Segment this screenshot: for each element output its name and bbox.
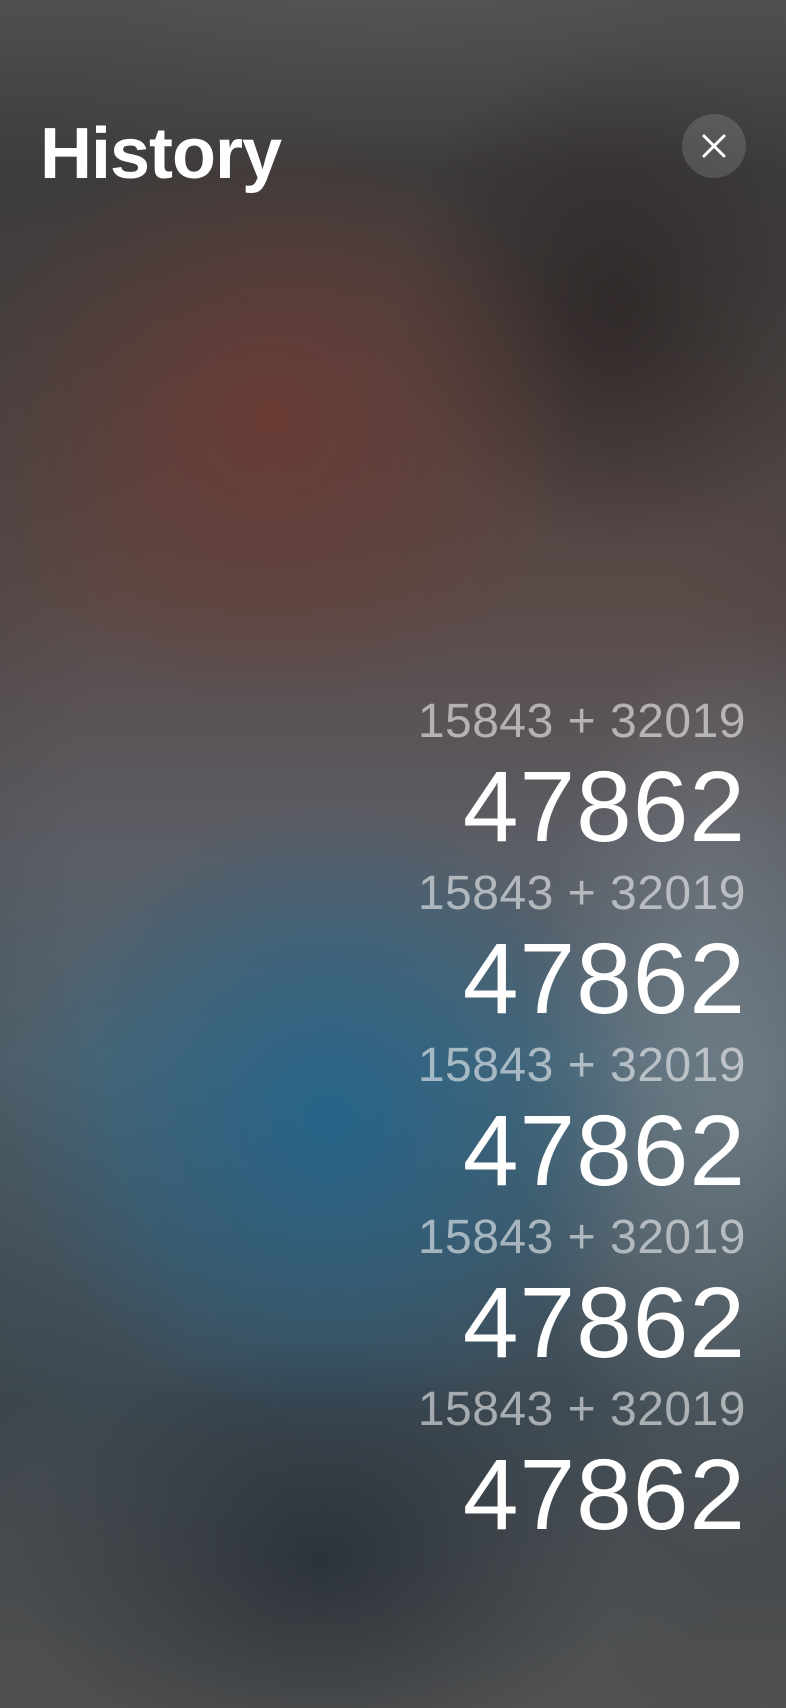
- history-expression: 15843 + 32019: [417, 1211, 746, 1264]
- history-entry[interactable]: 15843 + 32019 47862: [418, 1380, 746, 1552]
- history-result: 47862: [462, 923, 746, 1035]
- history-entry[interactable]: 15843 + 32019 47862: [418, 1208, 746, 1380]
- history-expression: 15843 + 32019: [417, 867, 746, 920]
- history-result: 47862: [462, 751, 746, 863]
- history-result: 47862: [462, 1439, 746, 1551]
- history-screen: History 15843 + 32019 47862 15843 + 3201…: [0, 0, 786, 1708]
- history-entry[interactable]: 15843 + 32019 47862: [418, 1036, 746, 1208]
- history-list: 15843 + 32019 47862 15843 + 32019 47862 …: [146, 692, 746, 1552]
- close-icon: [702, 134, 726, 158]
- history-expression: 15843 + 32019: [417, 1383, 746, 1436]
- page-title: History: [40, 114, 282, 194]
- history-entry[interactable]: 15843 + 32019 47862: [418, 864, 746, 1036]
- history-expression: 15843 + 32019: [417, 1039, 746, 1092]
- history-result: 47862: [462, 1095, 746, 1207]
- history-expression: 15843 + 32019: [417, 695, 746, 748]
- history-entry[interactable]: 15843 + 32019 47862: [418, 692, 746, 864]
- history-result: 47862: [462, 1267, 746, 1379]
- close-button[interactable]: [682, 114, 746, 178]
